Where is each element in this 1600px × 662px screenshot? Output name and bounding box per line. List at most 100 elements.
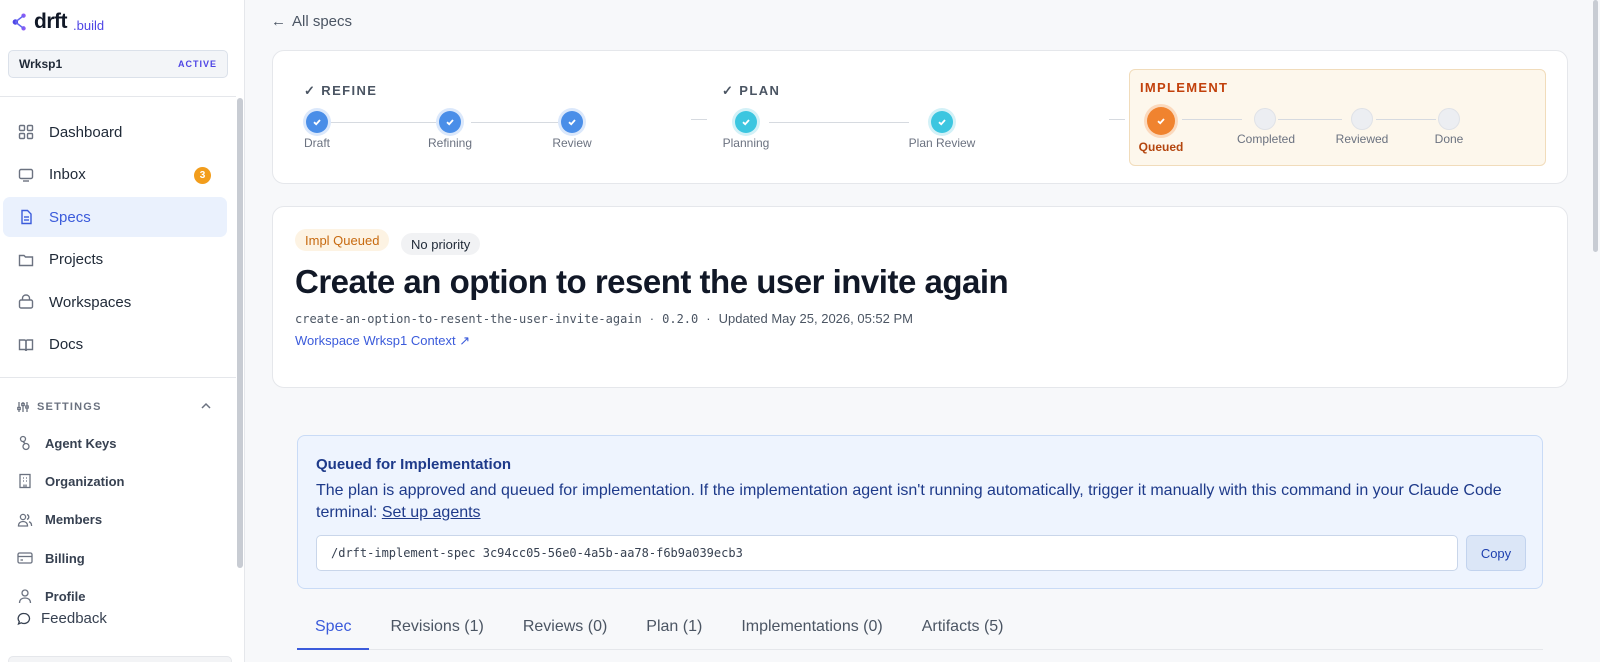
step-current-queued: [1147, 107, 1175, 135]
step-connector: [329, 122, 439, 123]
notice-title: Queued for Implementation: [316, 456, 512, 473]
book-icon: [17, 336, 35, 354]
spec-updated: Updated May 25, 2026, 05:52 PM: [718, 311, 913, 326]
phase-separator: [691, 119, 707, 120]
nav-label: Specs: [49, 208, 91, 226]
nav-item-docs[interactable]: Docs: [3, 325, 227, 365]
phase-title-refine: ✓ REFINE: [304, 83, 378, 98]
feedback-label: Feedback: [41, 610, 107, 627]
building-icon: [17, 473, 33, 489]
settings-section-toggle[interactable]: SETTINGS: [17, 401, 213, 413]
folder-icon: [17, 251, 35, 269]
nav-label: Docs: [49, 336, 84, 353]
document-icon: [17, 208, 35, 226]
nav-label: Workspaces: [49, 293, 132, 311]
back-to-specs-link[interactable]: ← All specs: [271, 13, 352, 30]
tab-spec[interactable]: Spec: [297, 613, 370, 650]
step-label-reviewed: Reviewed: [1335, 132, 1389, 146]
step-complete-draft: [306, 111, 328, 133]
step-label-planning: Planning: [722, 136, 770, 150]
inbox-icon: [17, 166, 35, 184]
tab-implementations[interactable]: Implementations (0): [723, 613, 900, 650]
settings-item-label: Agent Keys: [45, 435, 117, 451]
workspace-name: Wrksp1: [19, 57, 63, 71]
key-icon: [17, 435, 33, 451]
brand-name: drft: [34, 10, 68, 33]
copy-button[interactable]: Copy: [1466, 535, 1526, 571]
page-title: Create an option to resent the user invi…: [295, 263, 1009, 300]
feedback-button[interactable]: Feedback: [17, 610, 107, 627]
step-connector: [1278, 119, 1342, 120]
spec-tabs: Spec Revisions (1) Reviews (0) Plan (1) …: [297, 613, 1543, 650]
settings-item-agent-keys[interactable]: Agent Keys: [17, 424, 124, 462]
check-icon: [938, 119, 946, 126]
tab-plan[interactable]: Plan (1): [628, 613, 720, 650]
queued-implementation-notice: Queued for Implementation The plan is ap…: [297, 435, 1543, 589]
back-link-label: All specs: [292, 13, 353, 30]
settings-item-members[interactable]: Members: [17, 501, 124, 539]
phase-title-plan: ✓ PLAN: [722, 83, 781, 98]
chevron-up-icon[interactable]: [199, 399, 213, 413]
step-label-review: Review: [552, 136, 592, 150]
check-icon: [313, 119, 321, 126]
chat-bubble-icon: [17, 612, 31, 625]
nav-item-specs[interactable]: Specs: [3, 197, 227, 237]
settings-item-label: Billing: [45, 550, 85, 566]
setup-agents-link[interactable]: Set up agents: [382, 504, 481, 521]
credit-card-icon: [17, 550, 33, 566]
settings-title: SETTINGS: [37, 401, 102, 413]
settings-item-label: Organization: [45, 473, 125, 489]
notice-text: The plan is approved and queued for impl…: [316, 480, 1516, 524]
priority-badge[interactable]: No priority: [401, 233, 481, 255]
main-nav: Dashboard Inbox 3 Specs Projects Workspa…: [3, 112, 227, 367]
workspace-context-link[interactable]: Workspace Wrksp1 Context ↗: [295, 333, 470, 349]
meta-separator: ·: [706, 311, 711, 326]
settings-item-organization[interactable]: Organization: [17, 462, 124, 500]
step-label-refining: Refining: [427, 136, 473, 150]
nav-item-projects[interactable]: Projects: [3, 240, 227, 280]
sliders-icon: [17, 402, 29, 412]
step-label-plan-review: Plan Review: [908, 136, 976, 150]
logo[interactable]: drft .build: [10, 10, 104, 34]
step-complete-plan-review: [931, 111, 953, 133]
spec-meta: create-an-option-to-resent-the-user-invi…: [295, 311, 913, 326]
logo-mark-icon: [12, 13, 26, 31]
nav-item-dashboard[interactable]: Dashboard: [3, 112, 227, 152]
spec-slug: create-an-option-to-resent-the-user-invi…: [295, 311, 642, 326]
step-connector: [1182, 119, 1242, 120]
sidebar-divider: [0, 96, 236, 97]
check-icon: [446, 119, 454, 126]
command-field[interactable]: /drft-implement-spec 3c94cc05-56e0-4a5b-…: [316, 535, 1458, 571]
spec-header-card: Impl Queued No priority Create an option…: [272, 206, 1568, 388]
notice-body: The plan is approved and queued for impl…: [316, 482, 1502, 521]
workspace-status-badge: ACTIVE: [177, 59, 217, 69]
nav-item-inbox[interactable]: Inbox 3: [3, 155, 227, 195]
inbox-count-badge: 3: [194, 166, 211, 184]
main-scrollbar[interactable]: [1593, 0, 1598, 252]
step-complete-refining: [439, 111, 461, 133]
check-icon: [1157, 118, 1165, 125]
nav-item-workspaces[interactable]: Workspaces: [3, 282, 227, 322]
sidebar: drft .build Wrksp1 ACTIVE Dashboard Inbo…: [0, 0, 245, 662]
step-pending-done: [1438, 108, 1460, 130]
tab-artifacts[interactable]: Artifacts (5): [904, 613, 1022, 650]
nav-label: Projects: [49, 251, 104, 268]
tab-reviews[interactable]: Reviews (0): [505, 613, 625, 650]
sidebar-divider: [0, 377, 236, 378]
settings-item-label: Profile: [45, 588, 86, 604]
briefcase-icon: [17, 293, 35, 311]
settings-item-billing[interactable]: Billing: [17, 539, 124, 577]
grid-icon: [17, 123, 35, 141]
tab-revisions[interactable]: Revisions (1): [372, 613, 501, 650]
settings-item-label: Members: [45, 512, 103, 528]
sidebar-scrollbar[interactable]: [237, 98, 243, 568]
step-label-completed: Completed: [1236, 132, 1296, 146]
sidebar-footer: [8, 656, 232, 662]
status-badge: Impl Queued: [295, 229, 390, 251]
meta-separator: ·: [649, 311, 655, 326]
check-icon: [742, 119, 750, 126]
workspace-switcher[interactable]: Wrksp1 ACTIVE: [8, 50, 228, 78]
phase-title-implement: IMPLEMENT: [1140, 80, 1229, 95]
step-label-draft: Draft: [303, 136, 331, 150]
step-pending-reviewed: [1351, 108, 1373, 130]
